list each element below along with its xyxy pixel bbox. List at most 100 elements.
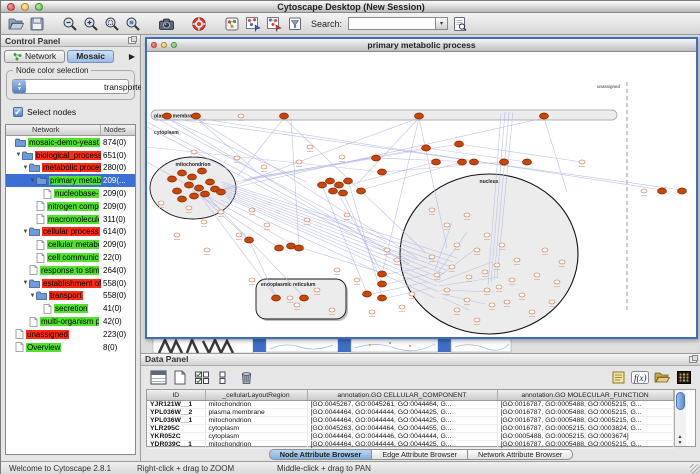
tab-edge-attribute-browser[interactable]: Edge Attribute Browser [372,449,468,460]
annotation-network-alt-icon[interactable] [265,15,283,33]
network-node[interactable] [192,113,201,119]
network-edge[interactable] [459,144,582,162]
network-node-small[interactable] [482,270,488,274]
network-node[interactable] [275,245,284,251]
network-node[interactable] [300,295,309,301]
network-node[interactable] [344,178,353,184]
network-node[interactable] [168,176,177,182]
network-node-small[interactable] [434,273,440,277]
network-node-small[interactable] [158,201,164,205]
select-nodes-checkbox[interactable]: ✓ [13,107,23,117]
network-node-small[interactable] [191,150,197,154]
tree-row[interactable]: response to stimulu264(0) [6,264,135,277]
table-column-header[interactable]: annotation.GO CELLULAR_COMPONENT [307,390,497,400]
tree-row[interactable]: unassigned223(0) [6,328,135,341]
network-node-small[interactable] [554,280,560,284]
network-node-small[interactable] [186,206,192,210]
network-node-small[interactable] [369,310,375,314]
network-node[interactable] [339,190,348,196]
tree-row[interactable]: ▼cellular process614(0) [6,226,135,239]
network-node-small[interactable] [444,223,450,227]
network-edge[interactable] [235,158,376,182]
formula-fx-icon[interactable]: f(x) [631,369,649,387]
search-dropdown-icon[interactable]: ▾ [436,17,448,30]
tree-expander-icon[interactable]: ▼ [29,178,36,184]
network-node-small[interactable] [249,278,255,282]
network-edge[interactable] [284,118,425,252]
tab-network[interactable]: Network [4,50,65,63]
more-tabs-icon[interactable]: ▶ [129,52,137,61]
tree-row[interactable]: macromolecule311(0) [6,213,135,226]
network-node[interactable] [455,141,464,147]
table-scrollbar[interactable]: ▲▼ [674,390,686,446]
network-node-small[interactable] [238,114,244,118]
network-node[interactable] [185,182,194,188]
network-node-small[interactable] [529,310,535,314]
tree-row[interactable]: ▼biological_process651(0) [6,149,135,162]
zoom-selected-icon[interactable] [103,15,121,33]
network-node[interactable] [287,243,296,249]
table-row[interactable]: YJR121W__1mitochondrion[GO:0045267, GO:0… [147,400,673,408]
network-node[interactable] [195,185,204,191]
vizmapper-icon[interactable] [223,15,241,33]
tree-row[interactable]: Overview8(0) [6,341,135,354]
network-node-small[interactable] [296,160,302,164]
network-node-small[interactable] [519,293,525,297]
network-edge[interactable] [199,194,276,297]
network-edge[interactable] [544,118,567,192]
network-node-small[interactable] [329,308,335,312]
network-edge[interactable] [196,118,662,190]
network-node-small[interactable] [542,248,548,252]
network-node[interactable] [378,295,387,301]
network-node[interactable] [178,170,187,176]
network-edge[interactable] [382,162,504,172]
network-node[interactable] [470,159,479,165]
tree-row[interactable]: nucleobase-209(0) [6,187,135,200]
network-node-small[interactable] [294,303,300,307]
network-node[interactable] [173,188,182,194]
network-node-small[interactable] [394,258,400,262]
network-node-small[interactable] [307,145,313,149]
network-node-small[interactable] [234,156,240,160]
network-node-small[interactable] [534,273,540,277]
tree-row[interactable]: cellular metabol209(0) [6,238,135,251]
tab-mosaic[interactable]: Mosaic [67,50,114,63]
tree-row[interactable]: ▼primary metabo209(... [6,174,135,187]
network-node-small[interactable] [559,260,565,264]
table-row[interactable]: YKR052Ccytoplasm[GO:0044464, GO:0044446,… [147,432,673,440]
network-node[interactable] [190,193,199,199]
tree-expander-icon[interactable]: ▼ [22,280,29,286]
network-node-small[interactable] [504,300,510,304]
network-node-small[interactable] [444,288,450,292]
network-node-small[interactable] [339,155,345,159]
network-node-small[interactable] [204,248,210,252]
node-color-dropdown[interactable]: transporter activity ▲▼ [12,79,129,94]
network-node-small[interactable] [464,298,470,302]
network-node[interactable] [295,245,304,251]
network-node-small[interactable] [641,189,647,193]
table-row[interactable]: YPL036W__1mitochondrion[GO:0044464, GO:0… [147,416,673,424]
network-canvas[interactable]: plasma membrane cytoplasm mitochondrion … [147,52,696,337]
network-node-small[interactable] [484,233,490,237]
network-node[interactable] [678,188,687,194]
delete-attribute-icon[interactable] [237,369,255,387]
tree-row[interactable]: nitrogen compo209(0) [6,200,135,213]
network-node[interactable] [201,191,210,197]
network-node-small[interactable] [264,223,270,227]
tree-column-network[interactable]: Network [6,125,101,135]
network-node[interactable] [198,168,207,174]
network-node-small[interactable] [579,160,585,164]
network-node[interactable] [163,113,172,119]
network-node-small[interactable] [454,308,460,312]
notes-icon[interactable] [609,369,627,387]
select-attributes-icon[interactable] [193,369,211,387]
tree-expander-icon[interactable]: ▼ [22,229,29,235]
table-column-header[interactable]: annotation.GO MOLECULAR_FUNCTION [497,390,673,400]
network-node[interactable] [523,159,532,165]
tree-expander-icon[interactable]: ▼ [22,165,29,171]
network-node-small[interactable] [409,292,415,296]
network-node[interactable] [372,155,381,161]
network-node[interactable] [329,188,338,194]
network-view-titlebar[interactable]: primary metabolic process [147,39,696,52]
network-node[interactable] [363,291,372,297]
